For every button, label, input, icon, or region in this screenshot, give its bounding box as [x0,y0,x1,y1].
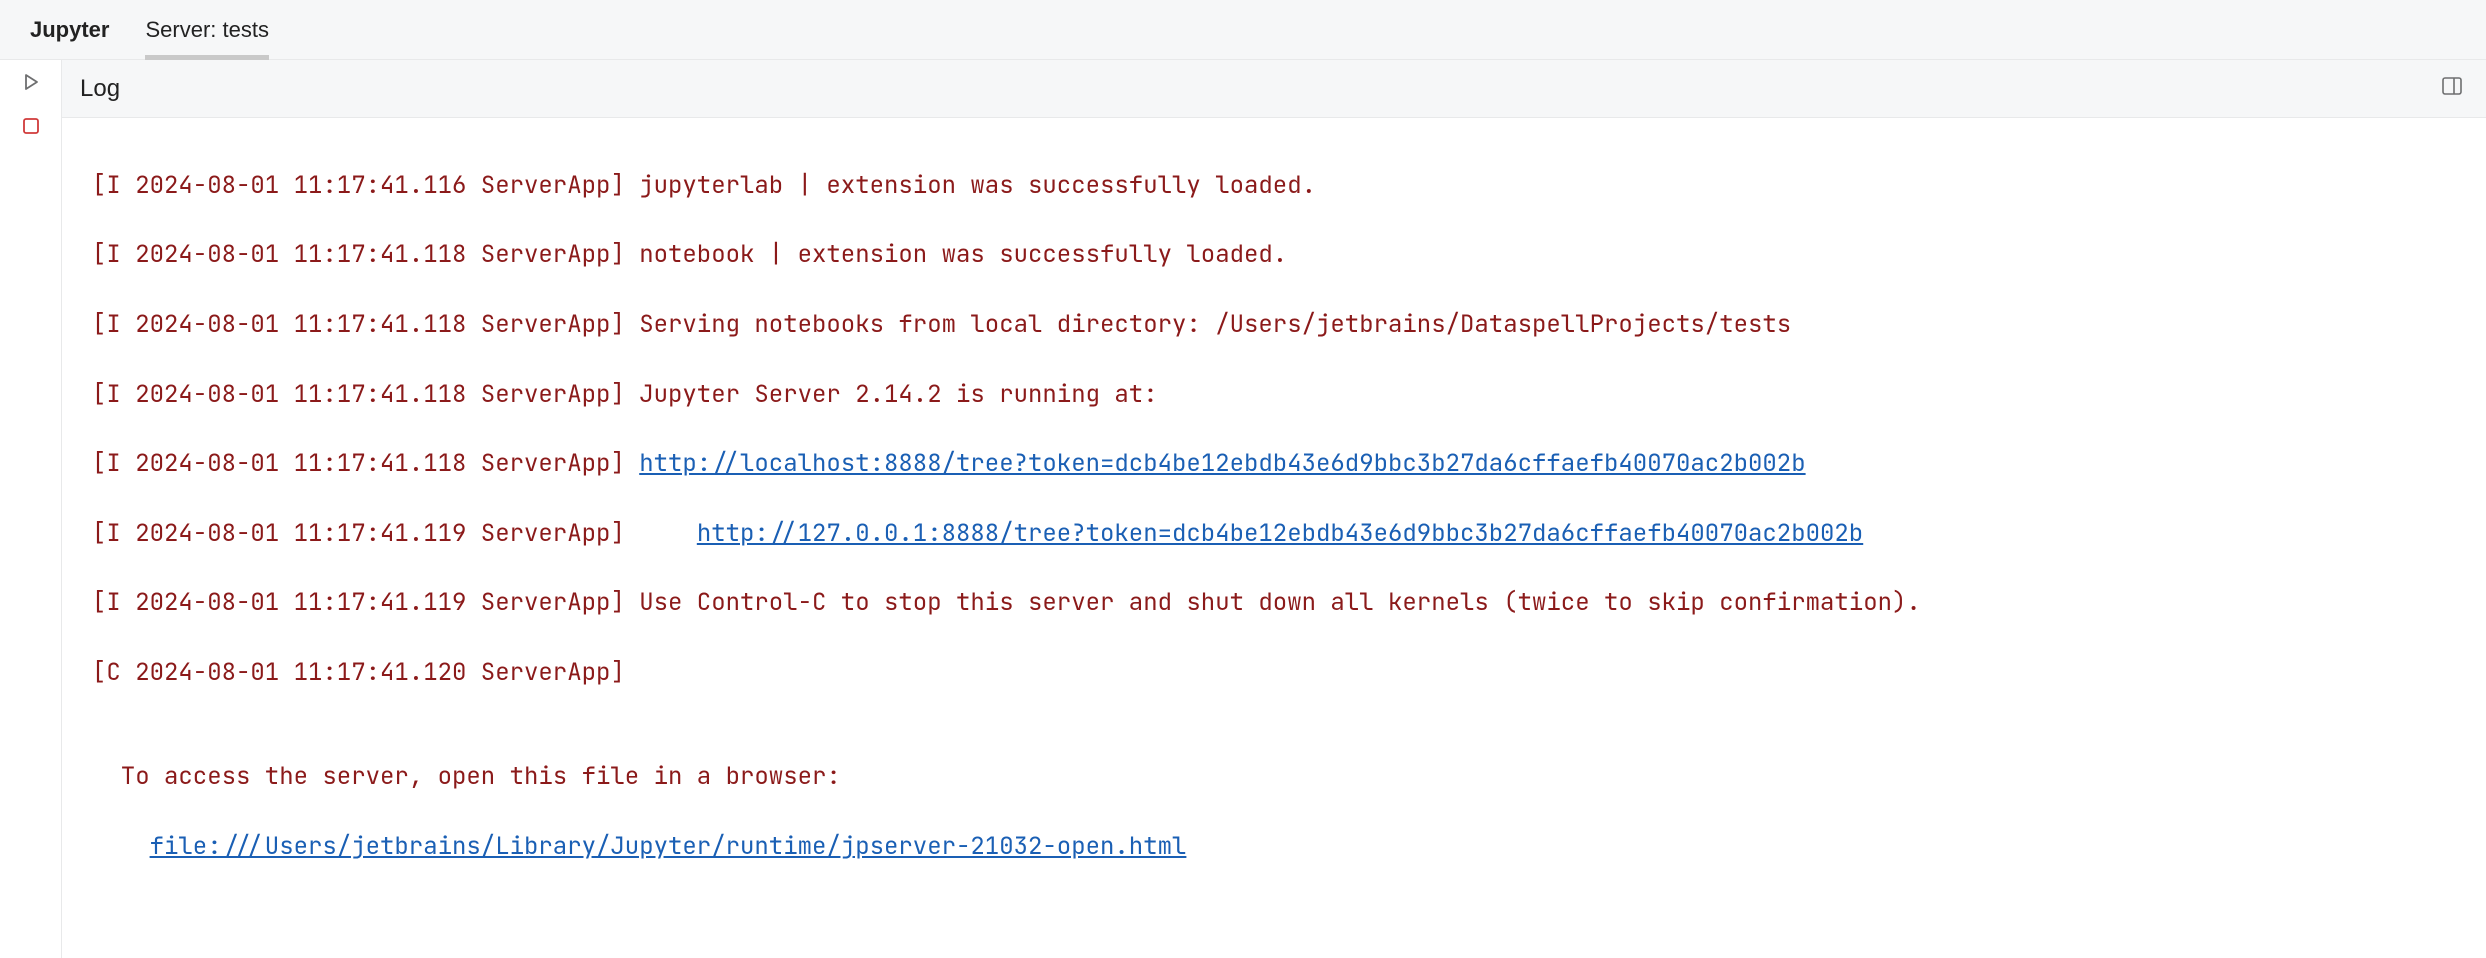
log-prefix: [I 2024-08-01 11:17:41.118 ServerApp] [92,379,639,410]
log-message: Use Control-C to stop this server and sh… [639,587,1921,618]
tab-jupyter[interactable]: Jupyter [12,0,127,60]
log-prefix: [I 2024-08-01 11:17:41.116 ServerApp] [92,170,639,201]
content-title: Log [80,75,120,103]
content-pane: Log [I 2024-08-01 11:17:41.116 ServerApp… [62,60,2486,958]
log-line: [I 2024-08-01 11:17:41.119 ServerApp] ht… [92,517,2472,552]
run-button[interactable] [16,70,46,100]
run-icon [21,72,41,98]
tab-jupyter-label: Jupyter [30,17,109,43]
content-header: Log [62,60,2486,118]
log-line: [C 2024-08-01 11:17:41.120 ServerApp] [92,656,2472,691]
top-toolbar: Jupyter Server: tests [0,0,2486,60]
main-area: Log [I 2024-08-01 11:17:41.116 ServerApp… [0,60,2486,958]
log-line: [I 2024-08-01 11:17:41.118 ServerApp] Se… [92,308,2472,343]
log-line: To access the server, open this file in … [92,760,2472,795]
tab-server[interactable]: Server: tests [127,0,286,60]
stop-button[interactable] [16,114,46,144]
tab-server-label: Server: tests [145,17,268,43]
log-message: Jupyter Server 2.14.2 is running at: [639,379,1157,410]
log-prefix: [C 2024-08-01 11:17:41.120 ServerApp] [92,657,625,688]
log-output: [I 2024-08-01 11:17:41.116 ServerApp] ju… [62,118,2486,958]
log-prefix: [I 2024-08-01 11:17:41.118 ServerApp] [92,309,639,340]
log-line: [I 2024-08-01 11:17:41.119 ServerApp] Us… [92,586,2472,621]
log-line: [I 2024-08-01 11:17:41.118 ServerApp] ht… [92,447,2472,482]
log-message: Serving notebooks from local directory: … [639,309,1791,340]
log-link[interactable]: http://localhost:8888/tree?token=dcb4be1… [639,448,1805,479]
layout-toggle-button[interactable] [2436,73,2468,105]
log-line: file:///Users/jetbrains/Library/Jupyter/… [92,830,2472,865]
log-line: [I 2024-08-01 11:17:41.116 ServerApp] ju… [92,169,2472,204]
stop-icon [21,116,41,142]
log-link[interactable]: http://127.0.0.1:8888/tree?token=dcb4be1… [697,518,1863,549]
layout-panel-icon [2440,74,2464,104]
log-line: [I 2024-08-01 11:17:41.118 ServerApp] Ju… [92,378,2472,413]
log-access-text: To access the server, open this file in … [121,761,841,792]
left-gutter [0,60,62,958]
log-prefix: [I 2024-08-01 11:17:41.119 ServerApp] [92,587,639,618]
log-message: notebook | extension was successfully lo… [639,239,1287,270]
log-prefix: [I 2024-08-01 11:17:41.118 ServerApp] [92,448,639,479]
log-file-link[interactable]: file:///Users/jetbrains/Library/Jupyter/… [150,831,1187,862]
log-message: jupyterlab | extension was successfully … [639,170,1316,201]
log-line: [I 2024-08-01 11:17:41.118 ServerApp] no… [92,238,2472,273]
log-prefix: [I 2024-08-01 11:17:41.118 ServerApp] [92,239,639,270]
log-prefix: [I 2024-08-01 11:17:41.119 ServerApp] [92,518,697,549]
